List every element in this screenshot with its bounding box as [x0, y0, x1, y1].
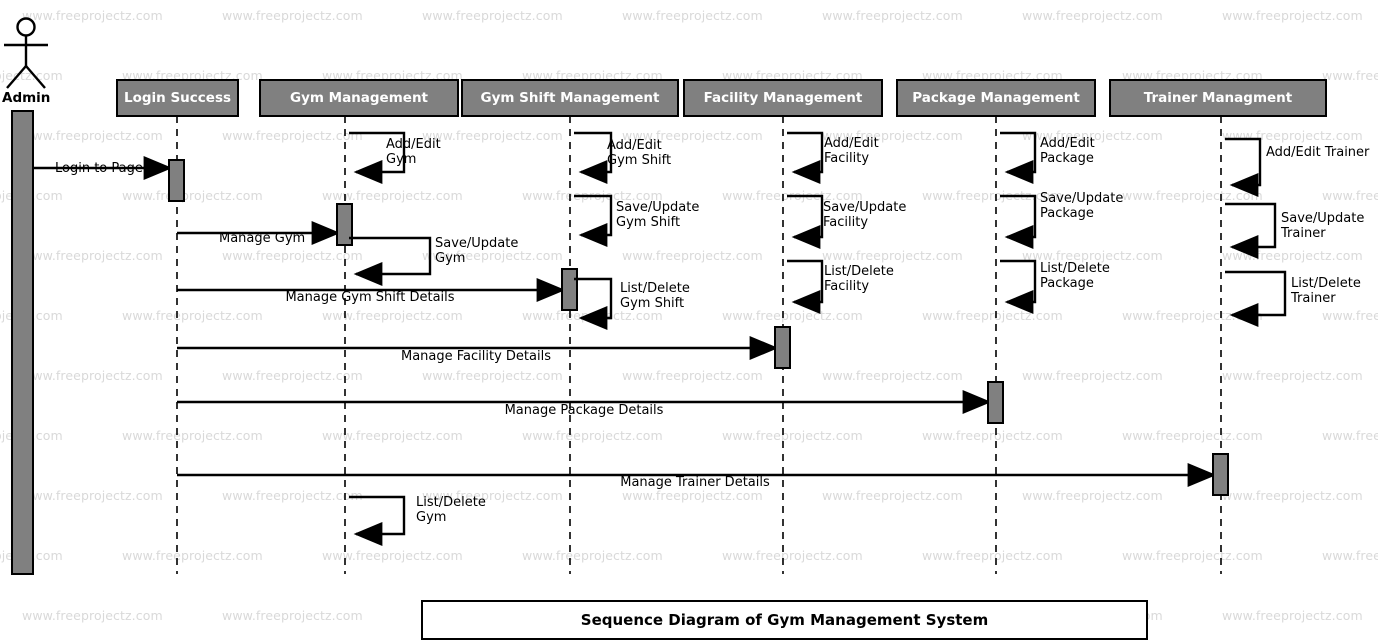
diagram-vectors [4, 17, 1287, 575]
self-message-gymshift-save-update [574, 194, 613, 247]
self-message-package-save-update [1000, 194, 1037, 249]
self-message-trainer-list-delete [1225, 270, 1287, 327]
activation-bar-package [987, 381, 1004, 424]
self-message-package-list-delete [1000, 259, 1037, 314]
self-message-gym-list-delete [349, 495, 406, 546]
self-message-package-add-edit [1000, 131, 1037, 184]
sequence-diagram-canvas: www.freeprojectz.com www.freeprojectz.com… [0, 0, 1378, 644]
diagram-title: Sequence Diagram of Gym Management Syste… [580, 611, 989, 629]
activation-bar-trainer [1212, 453, 1229, 496]
diagram-title-box: Sequence Diagram of Gym Management Syste… [421, 600, 1148, 640]
self-message-gym-add-edit [349, 131, 406, 184]
self-message-trainer-save-update [1225, 202, 1277, 259]
actor-admin-figure [4, 17, 48, 89]
activation-bar-login [168, 159, 185, 202]
self-message-gym-save-update [349, 236, 432, 286]
self-message-gymshift-list-delete [574, 277, 613, 330]
self-message-gymshift-add-edit [574, 131, 613, 184]
activation-bar-admin [11, 110, 34, 575]
activation-bar-gymshift [561, 268, 578, 311]
self-message-facility-add-edit [787, 131, 824, 184]
self-message-trainer-add-edit [1225, 137, 1262, 197]
activation-bar-facility [774, 326, 791, 369]
self-message-facility-list-delete [787, 259, 824, 314]
self-message-facility-save-update [787, 194, 824, 249]
